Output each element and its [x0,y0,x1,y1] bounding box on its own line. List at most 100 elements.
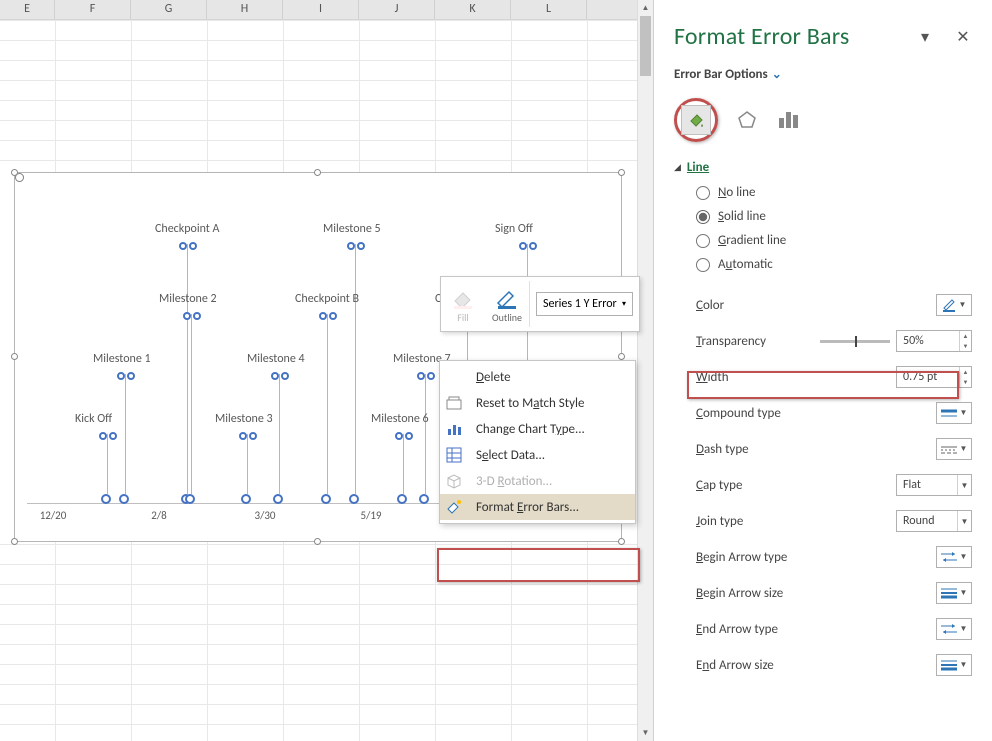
menu-reset[interactable]: Reset to Match Style [440,390,635,416]
fill-line-tab[interactable] [681,105,711,135]
spin-up[interactable]: ▲ [960,331,971,341]
arrow-type-icon [941,623,957,635]
col-J[interactable]: J [359,0,435,19]
data-point[interactable]: Checkpoint A [187,244,188,504]
data-point[interactable]: Milestone 7 [425,374,426,504]
spin-down[interactable]: ▼ [960,341,971,351]
collapse-icon: ◢ [674,162,681,173]
lines-icon [941,408,957,418]
data-point[interactable]: Milestone 1 [125,374,126,504]
prop-join: Join type Round▼ [696,510,972,532]
radio-gradient-line[interactable]: Gradient line [696,233,972,248]
compound-picker[interactable]: ▼ [936,402,972,424]
data-point[interactable]: Milestone 4 [279,374,280,504]
prop-transparency: Transparency 50% ▲▼ [696,330,972,352]
pen-outline-icon [495,289,519,309]
line-radios: No line Solid line Gradient line Automat… [696,185,972,272]
prop-end-arrow-type: End Arrow type ▼ [696,618,972,640]
menu-format-error-bars[interactable]: Format Error Bars... [440,494,635,520]
col-F[interactable]: F [55,0,131,19]
menu-select-data[interactable]: Select Data... [440,442,635,468]
data-point[interactable]: Milestone 5 [355,244,356,504]
prop-width: Width 0.75 pt ▲▼ [696,366,972,388]
mini-toolbar: Fill Outline Series 1 Y Error▾ [440,276,640,332]
cube-icon [446,473,468,489]
point-label: Checkpoint A [155,222,219,236]
bars-icon [778,110,800,130]
bar-options-tab[interactable] [776,107,802,133]
chevron-down-icon: ⌄ [772,68,782,82]
end-arrow-type-picker[interactable]: ▼ [936,618,972,640]
col-K[interactable]: K [435,0,511,19]
close-icon[interactable]: ✕ [954,27,972,47]
prop-begin-arrow-type: Begin Arrow type ▼ [696,546,972,568]
scroll-thumb[interactable] [640,16,651,76]
highlight-fill-line [674,98,718,142]
format-icon [446,499,468,515]
pane-title: Format Error Bars [674,22,916,51]
col-E[interactable]: E [0,0,55,19]
chart-type-icon [446,421,468,437]
col-L[interactable]: L [511,0,587,19]
col-G[interactable]: G [131,0,207,19]
data-point[interactable]: Milestone 6 [403,434,404,504]
transparency-value[interactable]: 50% ▲▼ [896,330,972,352]
chart-element-combo[interactable]: Series 1 Y Error▾ [536,292,633,316]
col-H[interactable]: H [207,0,283,19]
radio-no-line[interactable]: No line [696,185,972,200]
cap-select[interactable]: Flat▼ [896,474,972,496]
category-icons [674,98,972,142]
prop-color: Color ▼ [696,294,972,316]
menu-3d-rotation: 3-D Rotation... [440,468,635,494]
radio-automatic[interactable]: Automatic [696,257,972,272]
paint-bucket-icon [451,289,475,309]
spin-down[interactable]: ▼ [960,377,971,387]
width-value[interactable]: 0.75 pt ▲▼ [896,366,972,388]
reset-icon [446,395,468,411]
spin-up[interactable]: ▲ [960,367,971,377]
outline-button[interactable]: Outline [485,285,529,324]
arrow-size-icon [941,659,957,671]
pentagon-icon [737,110,757,130]
point-label: Milestone 3 [215,412,273,426]
prop-dash: Dash type ▼ [696,438,972,460]
menu-delete[interactable]: Delete [440,364,635,390]
point-label: Milestone 5 [323,222,381,236]
data-point[interactable]: Milestone 2 [191,314,192,504]
fill-button: Fill [441,285,485,324]
radio-solid-line[interactable]: Solid line [696,209,972,224]
spreadsheet-area: E F G H I J K L ▲ ▼ [0,0,654,741]
join-select[interactable]: Round▼ [896,510,972,532]
prop-begin-arrow-size: Begin Arrow size ▼ [696,582,972,604]
begin-arrow-size-picker[interactable]: ▼ [936,582,972,604]
dash-icon [941,444,957,454]
line-section-header[interactable]: ◢ Line [674,160,972,175]
point-label: Milestone 6 [371,412,429,426]
arrow-size-icon [941,587,957,599]
point-label: Milestone 4 [247,352,305,366]
col-I[interactable]: I [283,0,359,19]
data-point[interactable]: Checkpoint B [327,314,328,504]
prop-cap: Cap type Flat▼ [696,474,972,496]
arrow-type-icon [941,551,957,563]
data-point[interactable]: Milestone 3 [247,434,248,504]
point-label: Kick Off [75,412,112,426]
transparency-slider[interactable] [820,340,890,343]
data-point[interactable]: Kick Off [107,434,108,504]
color-picker[interactable]: ▼ [936,294,972,316]
scroll-down-icon[interactable]: ▼ [638,725,653,741]
format-pane: Format Error Bars ▾ ✕ Error Bar Options⌄… [654,0,992,741]
column-headers: E F G H I J K L [0,0,653,20]
vertical-scrollbar[interactable]: ▲ ▼ [637,0,653,741]
effects-tab[interactable] [734,107,760,133]
scroll-up-icon[interactable]: ▲ [638,0,653,16]
end-arrow-size-picker[interactable]: ▼ [936,654,972,676]
pane-subtitle[interactable]: Error Bar Options⌄ [674,67,972,82]
pane-options-icon[interactable]: ▾ [916,27,934,47]
dash-picker[interactable]: ▼ [936,438,972,460]
begin-arrow-type-picker[interactable]: ▼ [936,546,972,568]
prop-end-arrow-size: End Arrow size ▼ [696,654,972,676]
pen-icon [942,298,956,312]
select-data-icon [446,447,468,463]
menu-change-chart-type[interactable]: Change Chart Type... [440,416,635,442]
